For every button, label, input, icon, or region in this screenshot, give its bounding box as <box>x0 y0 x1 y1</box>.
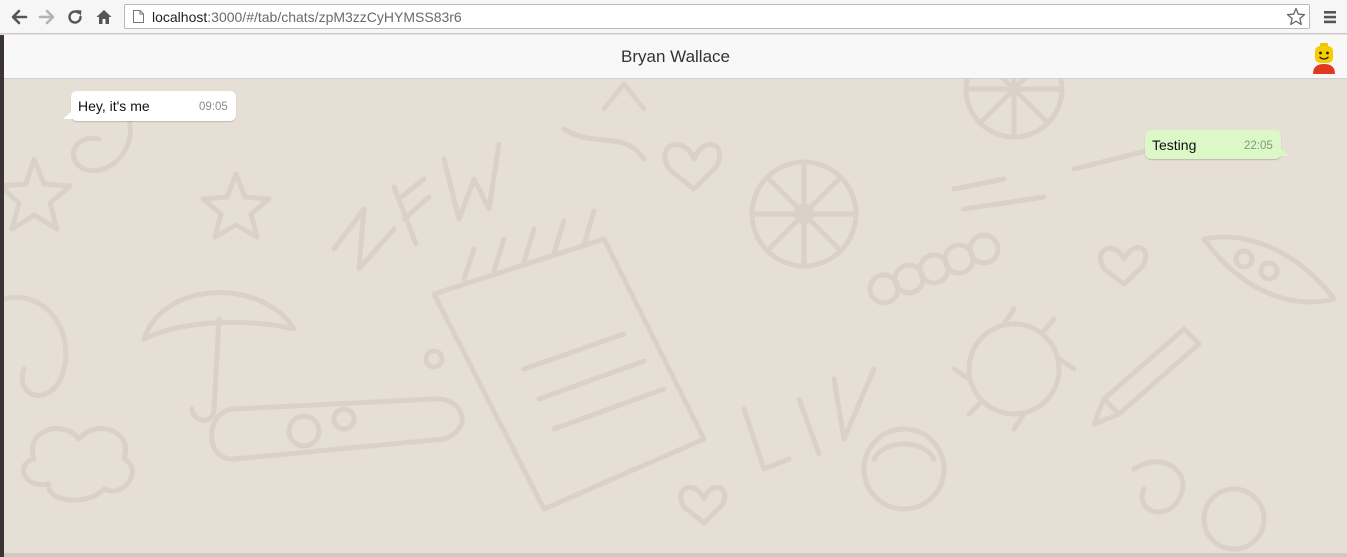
browser-toolbar: localhost:3000/#/tab/chats/zpM3zzCyHYMSS… <box>0 0 1347 34</box>
back-button[interactable] <box>8 6 30 28</box>
address-bar[interactable]: localhost:3000/#/tab/chats/zpM3zzCyHYMSS… <box>124 4 1310 29</box>
menu-icon <box>1324 11 1336 24</box>
contact-name: Bryan Wallace <box>621 47 730 66</box>
url-text[interactable]: localhost:3000/#/tab/chats/zpM3zzCyHYMSS… <box>152 9 462 25</box>
home-icon <box>96 10 112 24</box>
chat-messages-area[interactable]: Hey, it's me 09:05 Testing 22:05 <box>4 79 1347 553</box>
outgoing-message-bubble[interactable]: Testing 22:05 <box>1145 130 1289 159</box>
reload-button[interactable] <box>64 6 86 28</box>
bubble-tail <box>63 111 72 119</box>
lego-avatar-icon[interactable] <box>1310 43 1338 75</box>
page-icon <box>133 10 144 23</box>
browser-menu-button[interactable] <box>1320 6 1340 28</box>
message-text: Hey, it's me <box>78 98 150 114</box>
url-path: :3000/#/tab/chats/zpM3zzCyHYMSS83r6 <box>207 9 462 25</box>
home-button[interactable] <box>93 6 115 28</box>
bubble-tail <box>1280 148 1289 156</box>
chat-header: Bryan Wallace <box>4 35 1347 79</box>
message-text: Testing <box>1152 137 1197 153</box>
bookmark-star-button[interactable] <box>1285 6 1307 28</box>
star-icon <box>1286 7 1306 26</box>
message-time: 09:05 <box>199 101 228 113</box>
footer-divider <box>4 553 1347 557</box>
url-host: localhost <box>152 9 208 25</box>
back-arrow-icon <box>11 9 28 25</box>
forward-arrow-icon <box>38 9 55 25</box>
reload-icon <box>68 10 82 24</box>
forward-button[interactable] <box>36 6 58 28</box>
incoming-message-bubble[interactable]: Hey, it's me 09:05 <box>63 91 236 121</box>
message-time: 22:05 <box>1244 140 1273 152</box>
